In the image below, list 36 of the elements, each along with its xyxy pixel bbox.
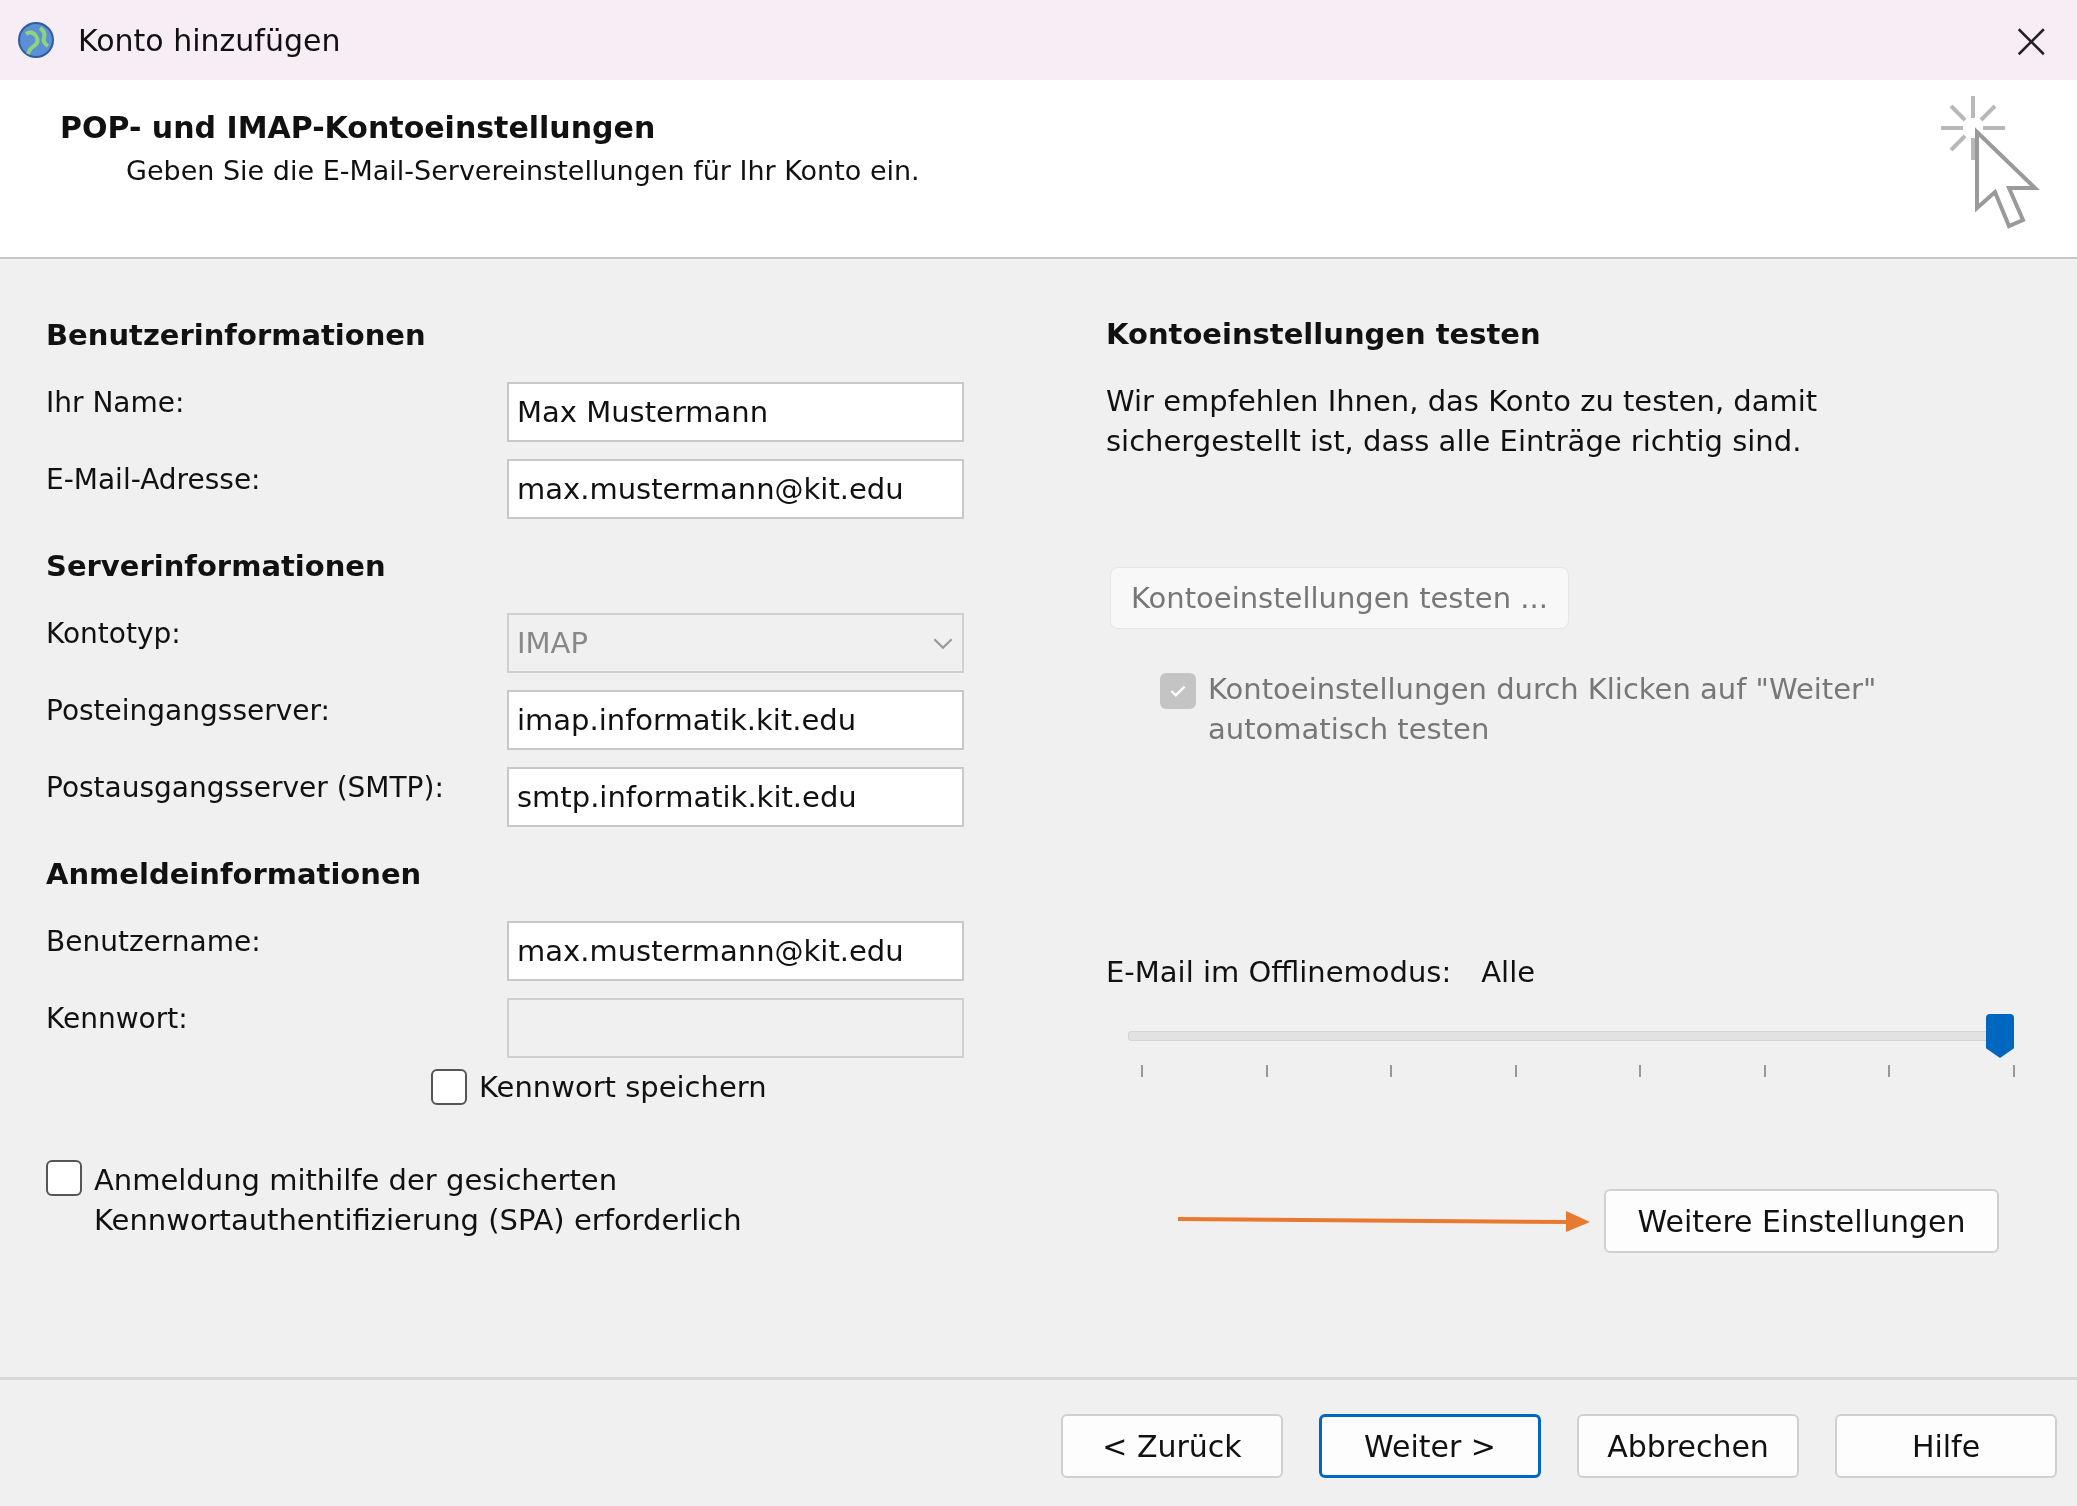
- window-title: Konto hinzufügen: [78, 22, 342, 58]
- dialog-button[interactable]: Abbrechen: [1577, 1414, 1799, 1478]
- checkbox[interactable]: [46, 1160, 82, 1196]
- input-field[interactable]: imap.informatik.kit.edu: [507, 690, 964, 750]
- close-button[interactable]: ×: [2001, 14, 2061, 66]
- section-heading: Serverinformationen: [46, 549, 386, 583]
- globe-icon: [16, 20, 56, 60]
- checkbox-label: Kennwort speichern: [479, 1070, 767, 1104]
- section-heading: Anmeldeinformationen: [46, 857, 422, 891]
- page-title: POP- und IMAP-Kontoeinstellungen: [60, 110, 657, 145]
- slider-thumb[interactable]: [1986, 1014, 2014, 1058]
- input-field[interactable]: max.mustermann@kit.edu: [507, 459, 964, 519]
- field-label: Ihr Name:: [46, 385, 186, 419]
- checkbox-label: Kontoeinstellungen durch Klicken auf "Weiter" automatisch testen: [1208, 671, 1878, 748]
- section-heading: Kontoeinstellungen testen: [1106, 317, 1541, 351]
- offline-label: E-Mail im Offlinemodus:: [1106, 955, 1452, 989]
- input-field[interactable]: smtp.informatik.kit.edu: [507, 767, 964, 827]
- field-label: Postausgangsserver (SMTP):: [46, 770, 445, 804]
- page-subtitle: Geben Sie die E-Mail-Servereinstellungen für Ihr Konto ein.: [125, 155, 920, 186]
- field-label: Benutzername:: [46, 924, 262, 958]
- dialog-button[interactable]: < Zurück: [1061, 1414, 1283, 1478]
- dialog-button[interactable]: Hilfe: [1835, 1414, 2057, 1478]
- offline-value: Alle: [1481, 955, 1536, 989]
- input-field[interactable]: max.mustermann@kit.edu: [507, 921, 964, 981]
- section-heading: Benutzerinformationen: [46, 318, 426, 352]
- field-label: Posteingangsserver:: [46, 693, 331, 727]
- test-description: Wir empfehlen Ihnen, das Konto zu testen, damit sichergestellt ist, dass alle Einträge richtig sind.: [1106, 383, 1819, 460]
- input-field[interactable]: Max Mustermann: [507, 382, 964, 442]
- more-settings-button[interactable]: Weitere Einstellungen: [1604, 1189, 1999, 1253]
- dialog-button[interactable]: Weiter >: [1319, 1414, 1541, 1478]
- chevron-down-icon: [932, 636, 954, 650]
- field-label: Kontotyp:: [46, 616, 182, 650]
- field-label: E-Mail-Adresse:: [46, 462, 262, 496]
- checkbox-label: Anmeldung mithilfe der gesicherten Kennwortauthentifizierung (SPA) erforderlich: [94, 1162, 743, 1239]
- checkbox[interactable]: [431, 1069, 467, 1105]
- field-label: Kennwort:: [46, 1001, 189, 1035]
